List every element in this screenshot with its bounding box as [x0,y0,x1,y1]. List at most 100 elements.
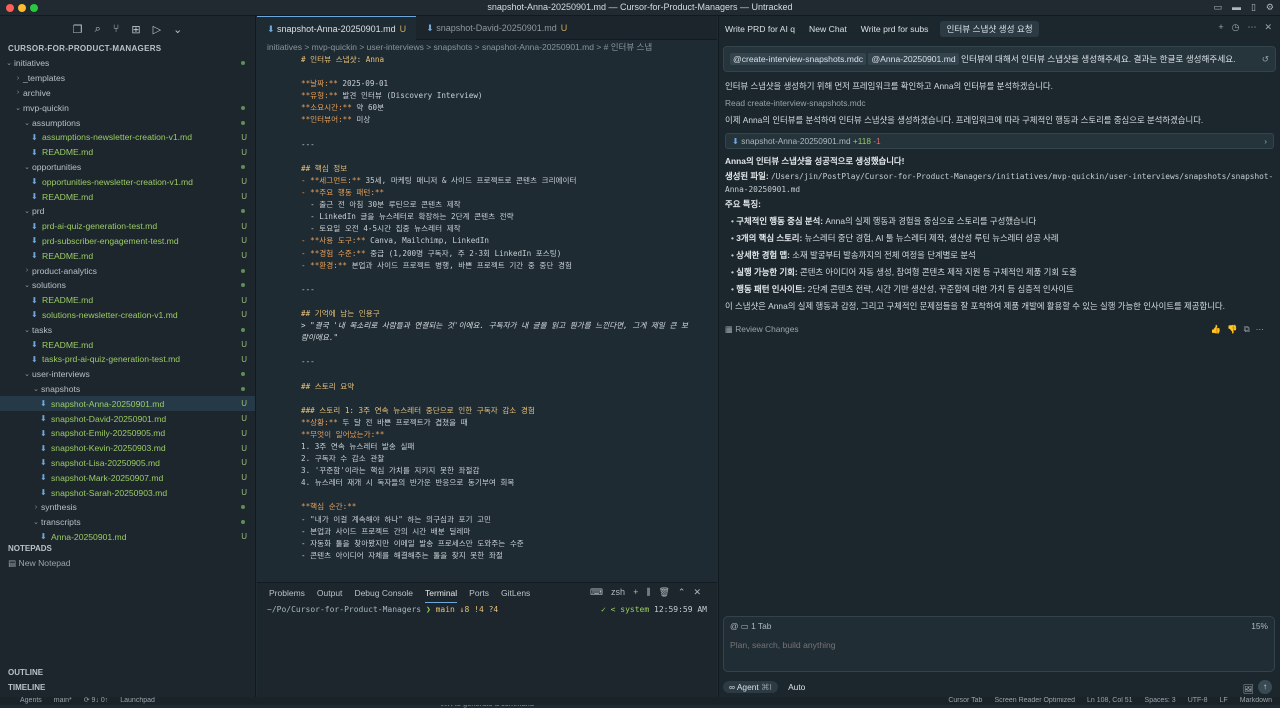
chevron-down-icon[interactable]: ⌄ [22,370,32,378]
chevron-right-icon[interactable]: › [1264,134,1267,148]
status-left-item[interactable]: ⟳ 9↓ 0↑ [84,697,109,704]
file-row[interactable]: ⬇ snapshot-Emily-20250905.md U [0,426,255,441]
file-row[interactable]: ⬇ README.md U [0,293,255,308]
folder-row[interactable]: ⌄ solutions [0,278,255,293]
status-right-item[interactable]: Cursor Tab [948,697,982,704]
folder-row[interactable]: ⌄ prd [0,204,255,219]
file-row[interactable]: ⬇ snapshot-Anna-20250901.md U [0,396,255,412]
file-row[interactable]: ⬇ tasks-prd-ai-quiz-generation-test.md U [0,352,255,367]
chevron-down-icon[interactable]: ⌄ [13,104,23,112]
model-selector[interactable]: Auto [788,682,805,692]
toggle-sidebar-icon[interactable]: ▭ [1213,2,1222,13]
run-debug-icon[interactable]: ▷ [153,23,161,36]
more-icon[interactable]: ⌄ [173,23,182,36]
status-right-item[interactable]: LF [1220,697,1228,704]
file-row[interactable]: ⬇ prd-ai-quiz-generation-test.md U [0,219,255,234]
chevron-down-icon[interactable]: ⌄ [31,518,41,526]
chat-tab[interactable]: New Chat [807,22,849,36]
file-row[interactable]: ⬇ README.md U [0,337,255,352]
folder-row[interactable]: ⌄ tasks [0,322,255,337]
folder-row[interactable]: ⌄ mvp-quickin [0,100,255,115]
code-editor[interactable]: # 인터뷰 스냅샷: Anna **날짜:** 2025-09-01 **유형:**… [257,54,717,589]
folder-row[interactable]: › product-analytics [0,263,255,278]
chevron-right-icon[interactable]: › [13,75,23,82]
folder-row[interactable]: › _templates [0,71,255,86]
panel-tab[interactable]: Debug Console [354,583,413,603]
folder-row[interactable]: ⌄ initiatives [0,56,255,71]
status-right-item[interactable]: Markdown [1240,697,1272,704]
toggle-panel-icon[interactable]: ▬ [1232,2,1241,13]
maximize-panel-icon[interactable]: ⌃ [678,587,686,598]
agent-mode-selector[interactable]: ∞ Agent ⌘I Auto [723,681,805,693]
settings-gear-icon[interactable]: ⚙ [1266,2,1274,13]
status-left-item[interactable]: main* [54,697,72,704]
split-terminal-icon[interactable]: ⫼ [646,587,650,598]
file-row[interactable]: ⬇ Anna-20250901.md U [0,530,255,545]
file-row[interactable]: ⬇ opportunities-newsletter-creation-v1.md… [0,174,255,189]
user-prompt[interactable]: @create-interview-snapshots.mdc @Anna-20… [723,46,1276,72]
files-icon[interactable]: ❐ [73,23,83,36]
chevron-right-icon[interactable]: › [22,267,32,274]
file-row[interactable]: ⬇ snapshot-David-20250901.md U [0,411,255,426]
review-changes-button[interactable]: ▦ Review Changes 👍👎⧉⋯ [725,321,1274,338]
file-row[interactable]: ⬇ README.md U [0,189,255,204]
edited-file-card[interactable]: ⬇ snapshot-Anna-20250901.md +118 -1 › [725,133,1274,149]
at-mention-icon[interactable]: @ [730,621,739,631]
status-left-item[interactable]: Launchpad [120,697,155,704]
file-row[interactable]: ⬇ snapshot-Kevin-20250903.md U [0,441,255,456]
chat-input[interactable] [730,640,1250,650]
panel-tab[interactable]: Output [317,583,343,603]
path-value[interactable]: /Users/jin/PostPlay/Cursor-for-Product-M… [725,172,1273,194]
folder-row[interactable]: › archive [0,86,255,101]
timeline-header[interactable]: TIMELINE [0,683,256,692]
close-panel-icon[interactable]: ✕ [693,587,701,598]
folder-row[interactable]: ⌄ opportunities [0,160,255,175]
close-chat-icon[interactable]: ✕ [1264,22,1272,33]
chevron-down-icon[interactable]: ⌄ [22,326,32,334]
restore-icon[interactable]: ↺ [1262,47,1269,71]
status-right-item[interactable]: Spaces: 3 [1145,697,1176,704]
panel-tab[interactable]: Ports [469,583,489,603]
file-row[interactable]: ⬇ assumptions-newsletter-creation-v1.md U [0,130,255,145]
agent-pill[interactable]: ∞ Agent ⌘I [723,681,778,693]
editor-tab[interactable]: ⬇ snapshot-Anna-20250901.md U [257,16,417,40]
chat-tab[interactable]: Write PRD for AI q [723,22,797,36]
chat-tab[interactable]: Write prd for subs [859,22,931,36]
read-file-line[interactable]: Read create-interview-snapshots.mdc [725,95,1274,112]
terminal-shell-label[interactable]: zsh [611,587,625,598]
more-options-icon[interactable]: ⋯ [1247,22,1256,33]
panel-tab[interactable]: Problems [269,583,305,603]
file-row[interactable]: ⬇ README.md U [0,145,255,160]
folder-row[interactable]: › synthesis [0,500,255,515]
outline-header[interactable]: OUTLINE [0,668,256,677]
file-row[interactable]: ⬇ solutions-newsletter-creation-v1.md U [0,308,255,323]
new-notepad-item[interactable]: ▤ New Notepad [0,558,256,569]
trash-icon[interactable]: 🗑 [658,587,669,598]
status-right-item[interactable]: UTF-8 [1188,697,1208,704]
chevron-down-icon[interactable]: ⌄ [4,59,14,67]
chevron-down-icon[interactable]: ⌄ [22,119,32,127]
chevron-right-icon[interactable]: › [13,89,23,96]
breadcrumb[interactable]: initiatives > mvp-quickin > user-intervi… [257,40,717,54]
panel-tab[interactable]: Terminal [425,583,458,603]
toggle-chat-icon[interactable]: ▯ [1251,2,1256,13]
chat-tab[interactable]: 인터뷰 스냅샷 생성 요청 [940,21,1039,37]
chevron-down-icon[interactable]: ⌄ [31,385,41,393]
chat-input-box[interactable]: @ ▭ 1 Tab 15% [723,616,1275,672]
context-tab-pill[interactable]: ▭ 1 Tab [741,621,772,631]
status-right-item[interactable]: Ln 108, Col 51 [1087,697,1133,704]
feedback-icons[interactable]: 👍👎⧉⋯ [1211,321,1270,338]
file-row[interactable]: ⬇ snapshot-Lisa-20250905.md U [0,456,255,471]
file-row[interactable]: ⬇ snapshot-Sarah-20250903.md U [0,485,255,500]
status-right-item[interactable]: Screen Reader Optimized [994,697,1075,704]
editor-tab[interactable]: ⬇ snapshot-David-20250901.md U [416,16,577,40]
workspace-section-header[interactable]: CURSOR-FOR-PRODUCT-MANAGERS [0,42,255,56]
folder-row[interactable]: ⌄ user-interviews [0,367,255,382]
terminal-prompt[interactable]: ~/Po/Cursor-for-Product-Managers ❯ main … [257,603,717,616]
file-row[interactable]: ⬇ prd-subscriber-engagement-test.md U [0,234,255,249]
search-icon[interactable]: ⌕ [95,23,101,36]
source-control-icon[interactable]: ⑂ [113,23,120,35]
folder-row[interactable]: ⌄ transcripts [0,515,255,530]
status-left-item[interactable]: Agents [20,697,42,704]
notepads-header[interactable]: NOTEPADS [0,544,256,553]
